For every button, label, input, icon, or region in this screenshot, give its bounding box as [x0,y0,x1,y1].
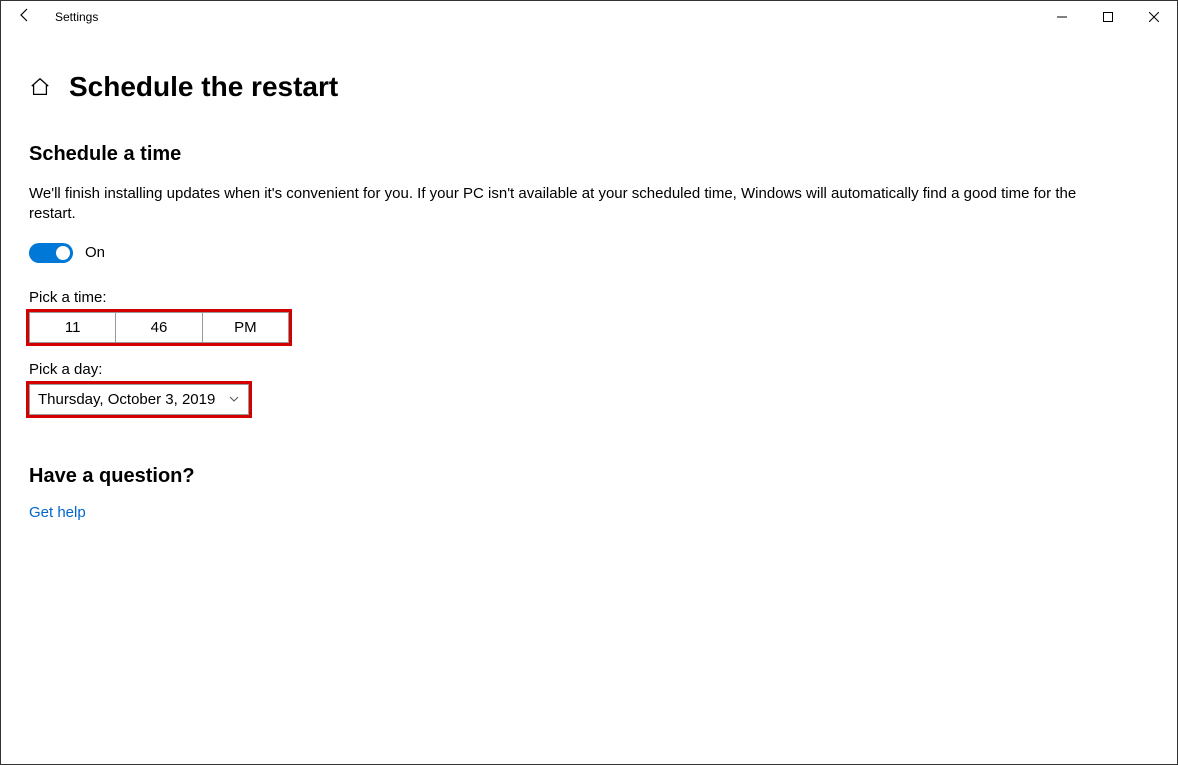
page-header: Schedule the restart [29,71,1149,103]
window-title: Settings [49,10,98,24]
pick-day-label: Pick a day: [29,361,1149,378]
back-button[interactable] [1,7,49,28]
pick-time-label: Pick a time: [29,289,1149,306]
time-picker[interactable]: 11 46 PM [29,312,289,343]
page-title: Schedule the restart [69,71,338,103]
maximize-button[interactable] [1085,1,1131,33]
schedule-toggle[interactable] [29,243,73,263]
close-button[interactable] [1131,1,1177,33]
toggle-label: On [85,244,105,261]
time-ampm[interactable]: PM [203,313,288,342]
schedule-toggle-row: On [29,243,1149,263]
settings-window: Settings Schedule the restart Schedule a… [0,0,1178,765]
titlebar: Settings [1,1,1177,33]
get-help-link[interactable]: Get help [29,504,1149,521]
minimize-button[interactable] [1039,1,1085,33]
help-heading: Have a question? [29,465,1149,488]
toggle-knob [56,246,70,260]
day-value: Thursday, October 3, 2019 [38,391,215,408]
time-minute[interactable]: 46 [116,313,202,342]
time-hour[interactable]: 11 [30,313,116,342]
chevron-down-icon [228,393,240,405]
content-area: Schedule the restart Schedule a time We'… [1,33,1177,764]
home-icon[interactable] [29,76,51,98]
section-description: We'll finish installing updates when it'… [29,184,1119,225]
section-heading: Schedule a time [29,143,1149,166]
day-picker[interactable]: Thursday, October 3, 2019 [29,384,249,415]
